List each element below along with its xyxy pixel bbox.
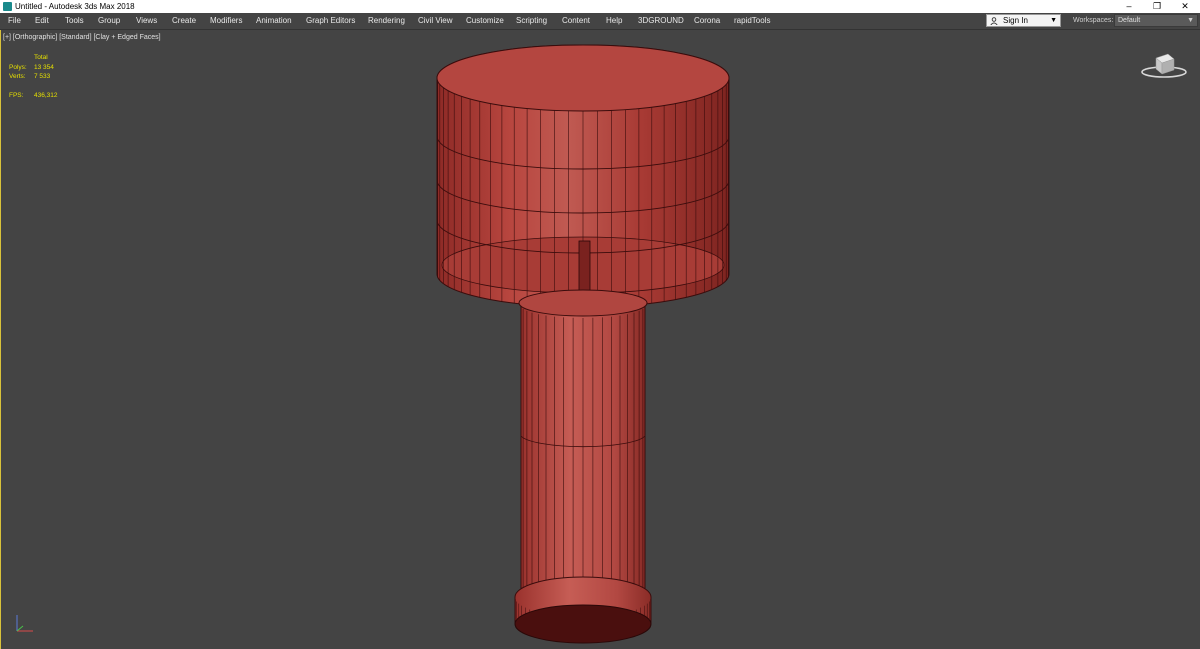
stats-header: Total <box>34 54 48 61</box>
lower-cylinder <box>518 289 648 601</box>
verts-label: Verts: <box>9 73 26 81</box>
fps-label: FPS: <box>9 92 24 100</box>
inner-shaft <box>578 240 591 294</box>
axis-tripod-icon <box>16 615 33 632</box>
stats-overlay: Total Polys: 13 354 Verts: 7 533 FPS: 436,3… <box>9 53 79 101</box>
verts-value: 7 533 <box>34 73 51 81</box>
viewport-label[interactable]: [+] [Orthographic] [Standard] [Clay + Ed… <box>3 33 161 42</box>
base-flange <box>514 576 652 644</box>
viewcube-icon[interactable] <box>1138 50 1190 80</box>
polys-label: Polys: <box>9 63 27 71</box>
teapot-model-view[interactable] <box>0 0 1200 649</box>
fps-value: 436,312 <box>34 92 58 100</box>
polys-value: 13 354 <box>34 63 54 71</box>
